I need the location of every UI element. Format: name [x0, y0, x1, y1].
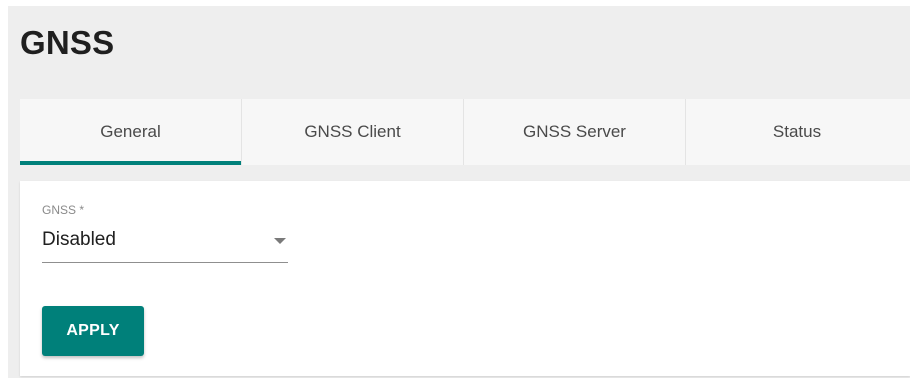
tab-label-general: General	[100, 122, 161, 141]
page-background: GNSS General GNSS Client GNSS Server Sta…	[8, 6, 910, 378]
gnss-select-value: Disabled	[42, 229, 116, 250]
tab-label-status: Status	[772, 122, 822, 141]
tab-label-gnss-client: GNSS Client	[304, 122, 401, 141]
chevron-down-icon	[274, 238, 286, 244]
settings-card: GNSS * Disabled APPLY	[20, 181, 910, 376]
gnss-field: GNSS * Disabled	[42, 203, 288, 263]
tab-status[interactable]: Status	[686, 99, 908, 165]
page-title: GNSS	[20, 24, 115, 61]
tab-label-gnss-server: GNSS Server	[523, 122, 626, 141]
gnss-select[interactable]: Disabled	[42, 229, 288, 263]
tab-bar: General GNSS Client GNSS Server Status	[20, 99, 910, 165]
gnss-field-label: GNSS *	[42, 203, 85, 217]
apply-button[interactable]: APPLY	[42, 306, 144, 356]
tab-gnss-server[interactable]: GNSS Server	[464, 99, 686, 165]
tab-general[interactable]: General	[20, 99, 242, 165]
tab-gnss-client[interactable]: GNSS Client	[242, 99, 464, 165]
